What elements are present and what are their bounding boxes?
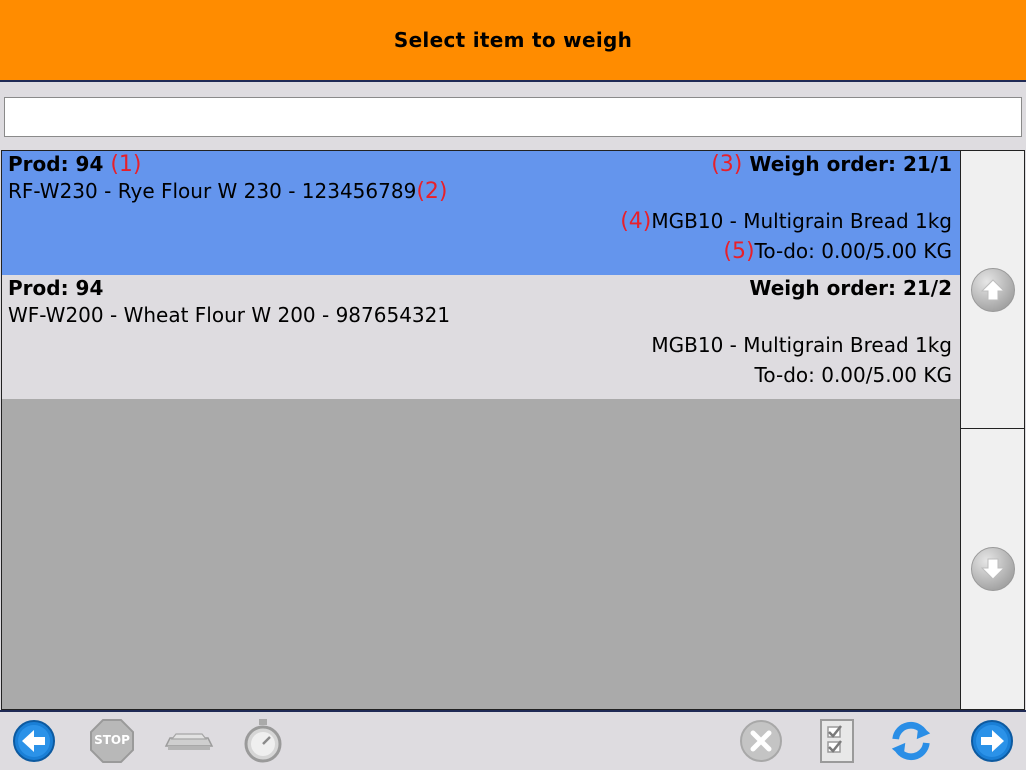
weigh-order: Weigh order: 21/2 [749, 276, 952, 300]
annotation-2: (2) [416, 179, 448, 204]
checklist-icon [820, 719, 854, 763]
cancel-icon [740, 720, 782, 762]
recipe-line: (4)MGB10 - Multigrain Bread 1kg [620, 209, 952, 234]
cancel-button[interactable] [738, 718, 784, 764]
weigh-order: (3) Weigh order: 21/1 [711, 152, 952, 177]
scale-icon [164, 733, 214, 750]
back-arrow-icon [13, 720, 55, 762]
stop-button[interactable]: STOP [89, 718, 135, 764]
product-text: RF-W230 - Rye Flour W 230 - 123456789 [8, 179, 417, 203]
weigh-order-text: Weigh order: 21/2 [749, 276, 952, 300]
recipe-text: MGB10 - Multigrain Bread 1kg [651, 333, 952, 357]
bottom-toolbar: STOP [0, 710, 1026, 770]
list-item-selected[interactable]: Prod: 94 (1) (3) Weigh order: 21/1 RF-W2… [2, 151, 960, 275]
search-input[interactable] [4, 97, 1022, 137]
stop-label: STOP [94, 733, 130, 747]
todo-text: To-do: 0.00/5.00 KG [754, 239, 952, 263]
product-line: WF-W200 - Wheat Flour W 200 - 987654321 [8, 303, 450, 327]
recipe-text: MGB10 - Multigrain Bread 1kg [651, 209, 952, 233]
todo-line: To-do: 0.00/5.00 KG [755, 363, 952, 387]
stopwatch-icon [244, 719, 282, 763]
recipe-line: MGB10 - Multigrain Bread 1kg [651, 333, 952, 357]
item-list: Prod: 94 (1) (3) Weigh order: 21/1 RF-W2… [1, 150, 961, 710]
annotation-3: (3) [711, 152, 743, 177]
prod-text: Prod: 94 [8, 276, 104, 300]
forward-arrow-icon [971, 720, 1013, 762]
todo-line: (5)To-do: 0.00/5.00 KG [723, 239, 952, 264]
prod-label: Prod: 94 (1) [8, 152, 142, 177]
back-button[interactable] [11, 718, 57, 764]
timer-button[interactable] [240, 718, 286, 764]
scroll-up-button[interactable] [961, 151, 1024, 429]
prod-label: Prod: 94 [8, 276, 103, 300]
list-item[interactable]: Prod: 94 Weigh order: 21/2 WF-W200 - Whe… [2, 275, 960, 399]
forward-button[interactable] [969, 718, 1015, 764]
product-text: WF-W200 - Wheat Flour W 200 - 987654321 [8, 303, 451, 327]
scroll-panel [960, 150, 1025, 710]
header-bar: Select item to weigh [0, 0, 1026, 82]
annotation-4: (4) [620, 209, 652, 234]
checklist-button[interactable] [814, 718, 860, 764]
annotation-1: (1) [110, 152, 142, 177]
todo-text: To-do: 0.00/5.00 KG [754, 363, 952, 387]
scroll-down-button[interactable] [961, 430, 1024, 708]
annotation-5: (5) [723, 239, 755, 264]
weigh-order-text: Weigh order: 21/1 [749, 152, 952, 176]
product-line: RF-W230 - Rye Flour W 230 - 123456789(2) [8, 179, 447, 204]
refresh-button[interactable] [888, 718, 934, 764]
arrow-down-icon [970, 547, 1015, 591]
page-title: Select item to weigh [393, 28, 633, 52]
arrow-up-icon [970, 267, 1015, 312]
scale-button[interactable] [164, 718, 214, 764]
refresh-icon [891, 721, 931, 761]
prod-text: Prod: 94 [8, 152, 104, 176]
